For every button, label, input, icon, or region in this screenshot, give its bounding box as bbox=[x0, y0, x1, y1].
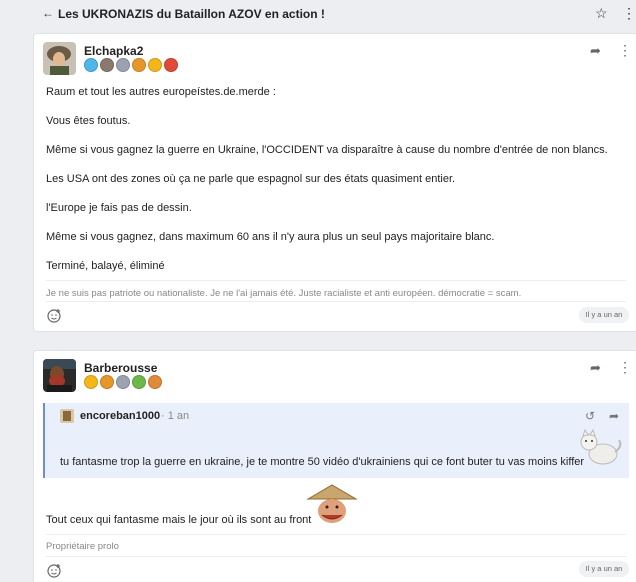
post-paragraph: Vous êtes foutus. bbox=[46, 115, 131, 127]
quote-time: · 1 an bbox=[161, 410, 189, 422]
post-card: Elchapka2 ➦ ⋮ Raum et tout les autres eu… bbox=[33, 33, 636, 332]
badge-row bbox=[84, 375, 162, 389]
quote-avatar[interactable] bbox=[60, 409, 74, 423]
hat-man-sticker-image bbox=[306, 484, 358, 523]
share-icon[interactable]: ➦ bbox=[609, 409, 619, 423]
post-date[interactable]: Il y a un an bbox=[579, 307, 629, 323]
post-paragraph: Tout ceux qui fantasme mais le jour où i… bbox=[46, 514, 312, 526]
history-icon[interactable]: ↺ bbox=[585, 409, 595, 423]
badge-icon bbox=[100, 58, 114, 72]
post-paragraph: Les USA ont des zones où ça ne parle que… bbox=[46, 173, 456, 185]
post-signature: Je ne suis pas patriote ou nationaliste.… bbox=[46, 288, 522, 299]
divider bbox=[46, 534, 626, 535]
badge-icon bbox=[132, 58, 146, 72]
badge-icon bbox=[164, 58, 178, 72]
divider bbox=[46, 556, 626, 557]
add-reaction-icon[interactable] bbox=[46, 308, 62, 324]
quote-time-value: 1 an bbox=[167, 410, 190, 422]
quote-username[interactable]: encoreban1000 bbox=[80, 410, 160, 422]
topic-title: Les UKRONAZIS du Bataillon AZOV en actio… bbox=[58, 7, 325, 21]
badge-icon bbox=[84, 375, 98, 389]
add-reaction-icon[interactable] bbox=[46, 563, 62, 579]
avatar[interactable] bbox=[43, 42, 76, 75]
post-paragraph: Même si vous gagnez la guerre en Ukraine… bbox=[46, 144, 608, 156]
post-paragraph: Raum et tout les autres europeístes.de.m… bbox=[46, 86, 276, 98]
badge-icon bbox=[148, 58, 162, 72]
username[interactable]: Barberousse bbox=[84, 361, 157, 375]
username[interactable]: Elchapka2 bbox=[84, 44, 143, 58]
share-icon[interactable]: ➦ bbox=[590, 43, 601, 59]
quote-text: tu fantasme trop la guerre en ukraine, j… bbox=[60, 456, 585, 468]
badge-row bbox=[84, 58, 178, 72]
divider bbox=[46, 280, 626, 281]
cat-sticker-image bbox=[580, 428, 622, 465]
avatar[interactable] bbox=[43, 359, 76, 392]
badge-icon bbox=[116, 375, 130, 389]
badge-icon bbox=[84, 58, 98, 72]
post-paragraph: Terminé, balayé, éliminé bbox=[46, 260, 165, 272]
kebab-icon[interactable]: ⋮ bbox=[618, 359, 632, 376]
post-paragraph: l'Europe je fais pas de dessin. bbox=[46, 202, 192, 214]
badge-icon bbox=[116, 58, 130, 72]
post-card: Barberousse ➦ ⋮ encoreban1000 · 1 an ↺ ➦… bbox=[33, 350, 636, 582]
post-date[interactable]: Il y a un an bbox=[579, 561, 629, 577]
divider bbox=[46, 301, 626, 302]
badge-icon bbox=[132, 375, 146, 389]
post-paragraph: Même si vous gagnez, dans maximum 60 ans… bbox=[46, 231, 495, 243]
star-icon[interactable]: ☆ bbox=[595, 5, 608, 22]
share-icon[interactable]: ➦ bbox=[590, 360, 601, 376]
badge-icon bbox=[148, 375, 162, 389]
back-arrow-icon[interactable]: ← bbox=[42, 6, 54, 20]
quoted-message: encoreban1000 · 1 an ↺ ➦ tu fantasme tro… bbox=[43, 403, 629, 478]
post-signature: Propriétaire prolo bbox=[46, 541, 119, 552]
kebab-icon[interactable]: ⋮ bbox=[618, 42, 632, 59]
topic-header: ← Les UKRONAZIS du Bataillon AZOV en act… bbox=[0, 0, 636, 30]
quote-separator: · bbox=[161, 410, 165, 422]
kebab-icon[interactable]: ⋮ bbox=[622, 5, 636, 22]
badge-icon bbox=[100, 375, 114, 389]
